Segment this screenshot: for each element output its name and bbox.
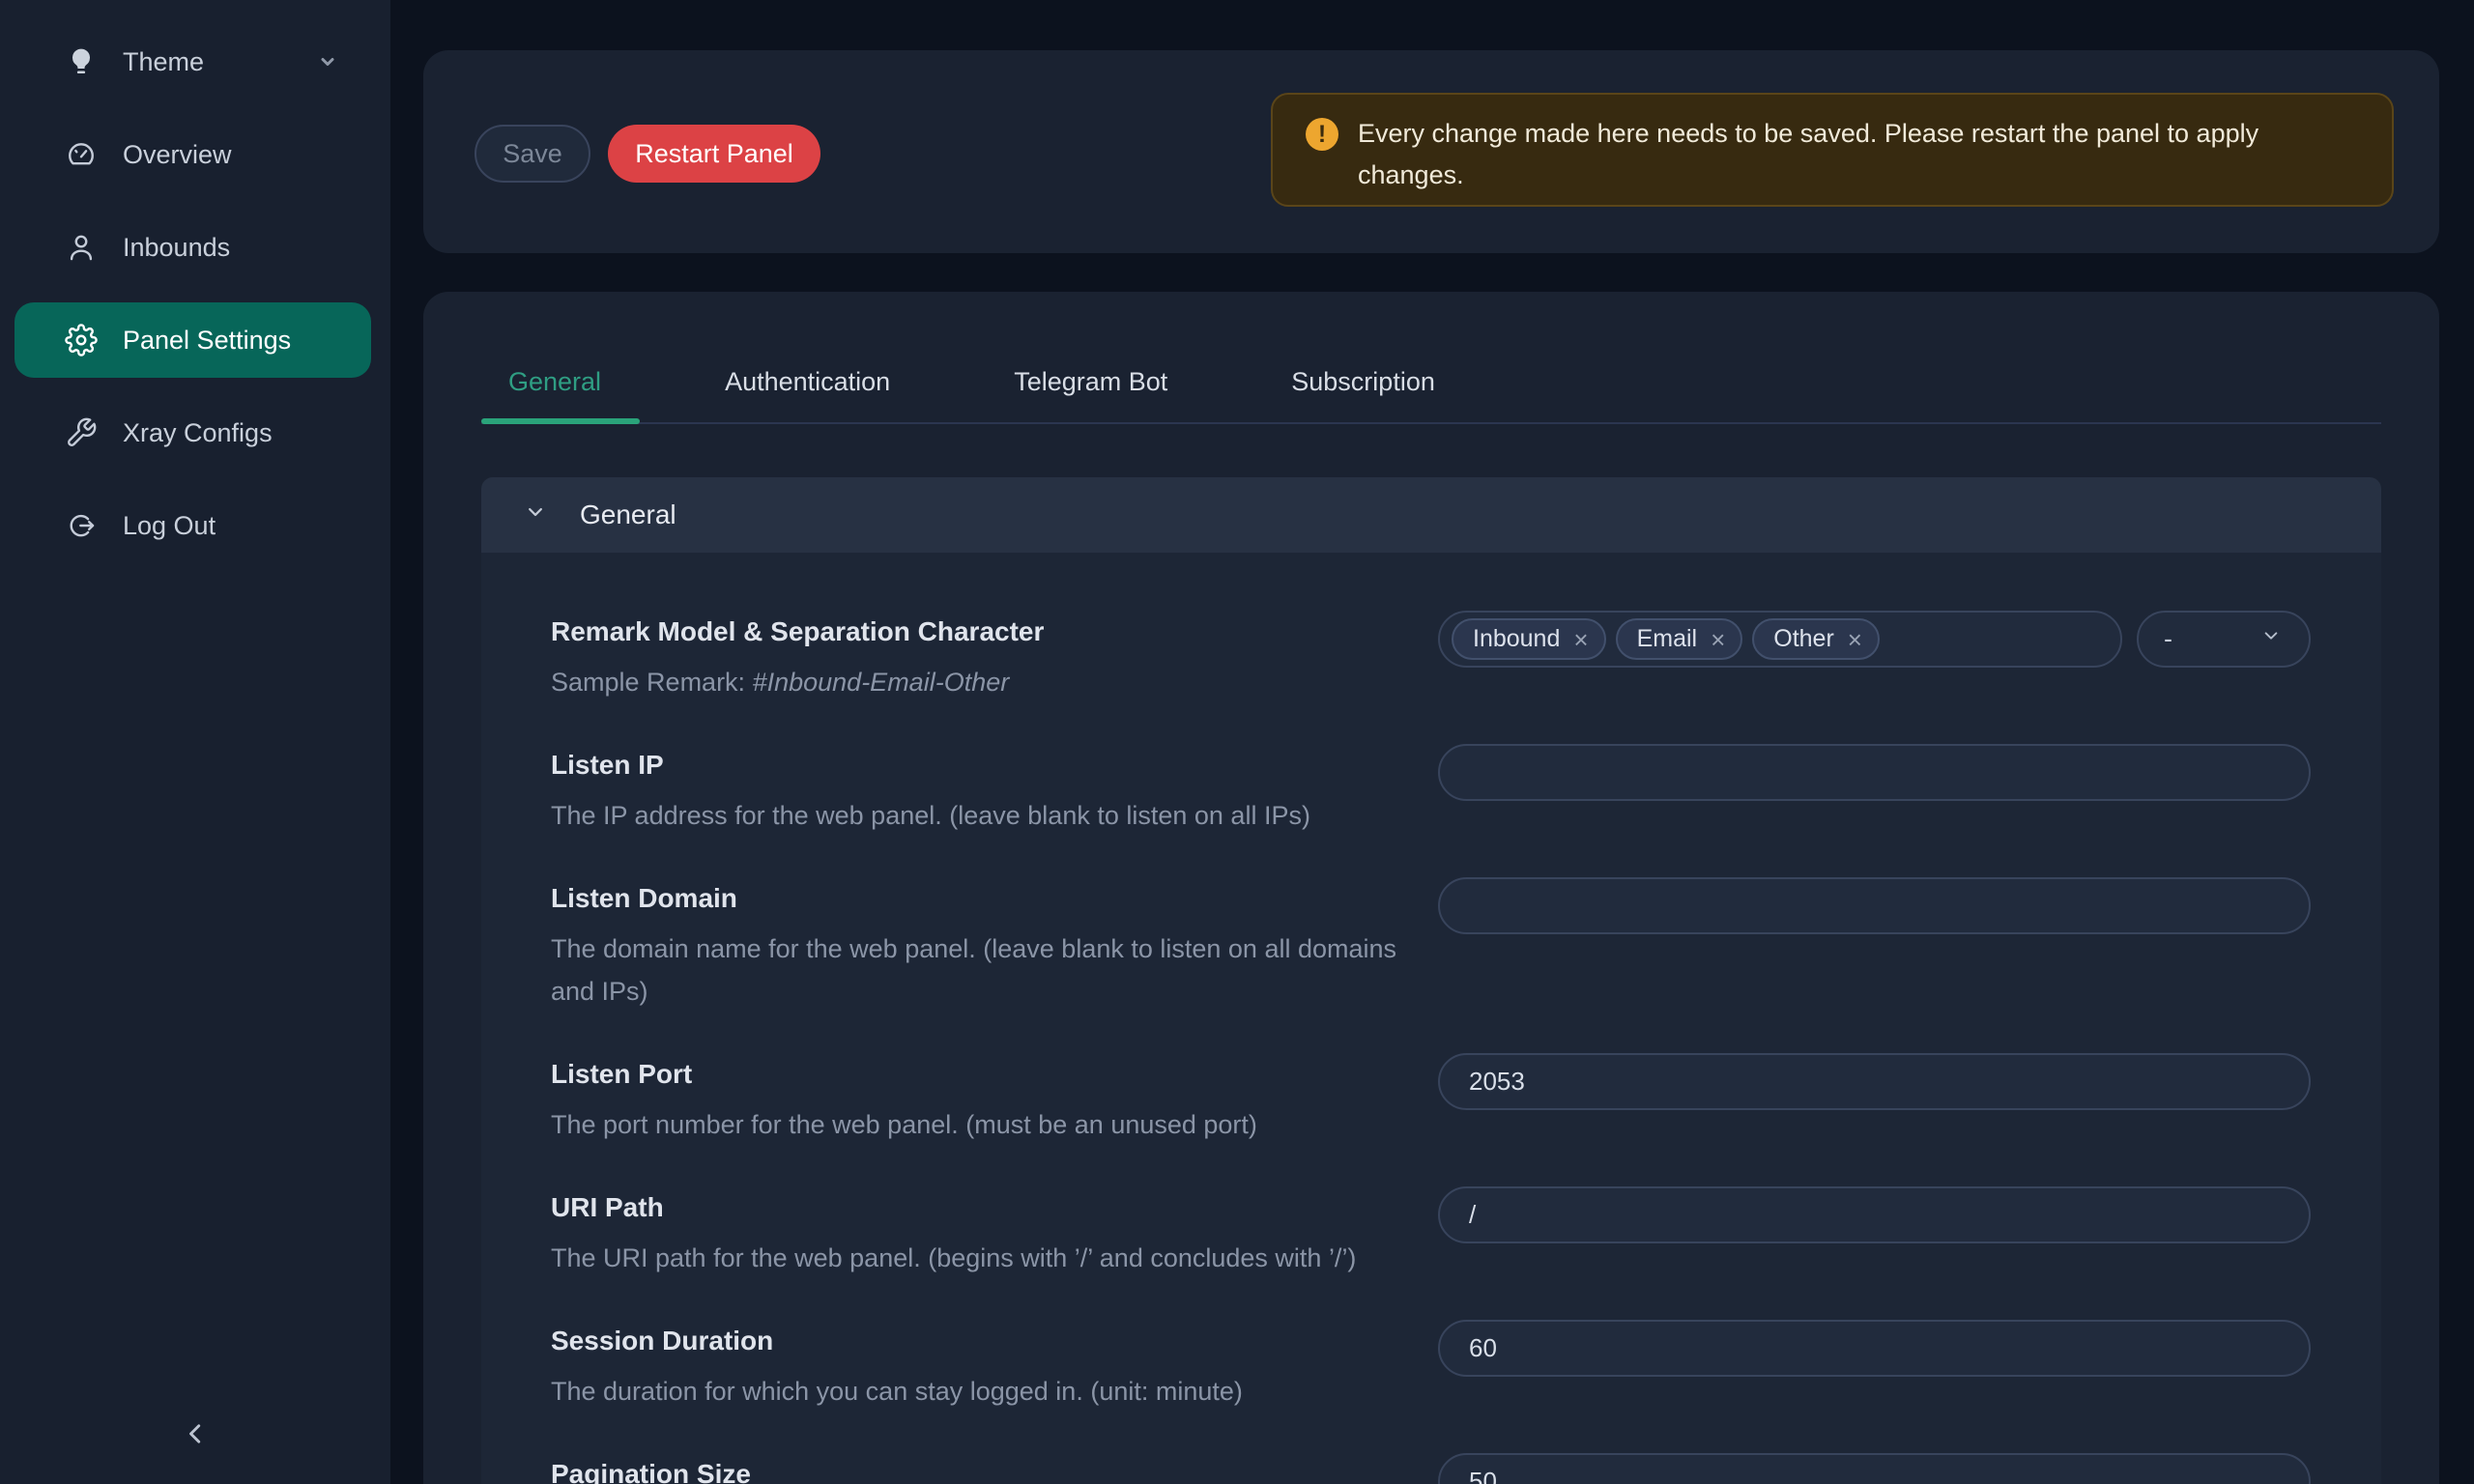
listen-port-input[interactable]	[1438, 1053, 2311, 1110]
restart-warning-alert: ! Every change made here needs to be sav…	[1271, 93, 2394, 207]
tab-general[interactable]: General	[481, 352, 640, 422]
pagination-size-label: Pagination Size	[551, 1455, 1401, 1484]
remark-model-row: Remark Model & Separation Character Samp…	[481, 611, 2381, 703]
sidebar-item-label: Inbounds	[123, 233, 230, 263]
gauge-icon	[65, 138, 98, 171]
uri-path-row: URI Path The URI path for the web panel.…	[481, 1186, 2381, 1279]
user-icon	[65, 231, 98, 264]
listen-ip-row: Listen IP The IP address for the web pan…	[481, 744, 2381, 837]
session-duration-input[interactable]	[1438, 1320, 2311, 1377]
sidebar-item-label: Panel Settings	[123, 326, 291, 356]
settings-tabs: General Authentication Telegram Bot Subs…	[481, 352, 2381, 424]
chevron-down-icon	[2258, 623, 2284, 655]
sidebar-item-overview[interactable]: Overview	[14, 117, 371, 192]
listen-domain-label: Listen Domain	[551, 879, 1401, 918]
pagination-size-input[interactable]	[1438, 1453, 2311, 1484]
remove-tag-icon[interactable]: ×	[1573, 627, 1588, 652]
listen-port-description: The port number for the web panel. (must…	[551, 1103, 1401, 1146]
settings-card: General Authentication Telegram Bot Subs…	[423, 292, 2439, 1484]
actions-card: Save Restart Panel ! Every change made h…	[423, 50, 2439, 253]
uri-path-label: URI Path	[551, 1188, 1401, 1227]
tab-telegram-bot[interactable]: Telegram Bot	[987, 352, 1206, 422]
remark-model-multiselect[interactable]: Inbound × Email × Other ×	[1438, 611, 2122, 668]
gear-icon	[65, 324, 98, 357]
warning-icon: !	[1306, 118, 1338, 151]
sidebar-item-label: Theme	[123, 47, 204, 77]
listen-domain-description: The domain name for the web panel. (leav…	[551, 928, 1401, 1013]
restart-panel-button[interactable]: Restart Panel	[608, 125, 820, 183]
alert-text: Every change made here needs to be saved…	[1358, 113, 2359, 196]
tab-authentication[interactable]: Authentication	[698, 352, 929, 422]
separator-value: -	[2164, 624, 2172, 654]
bulb-icon	[65, 45, 98, 78]
uri-path-input[interactable]	[1438, 1186, 2311, 1243]
chevron-down-icon	[522, 499, 549, 532]
session-duration-row: Session Duration The duration for which …	[481, 1320, 2381, 1413]
listen-ip-description: The IP address for the web panel. (leave…	[551, 794, 1401, 837]
chevron-down-icon	[313, 47, 342, 76]
sidebar-collapse-button[interactable]	[172, 1413, 218, 1459]
wrench-icon	[65, 416, 98, 449]
session-duration-label: Session Duration	[551, 1322, 1401, 1360]
session-duration-description: The duration for which you can stay logg…	[551, 1370, 1401, 1413]
sidebar-item-theme[interactable]: Theme	[14, 24, 371, 100]
sidebar-item-inbounds[interactable]: Inbounds	[14, 210, 371, 285]
listen-domain-row: Listen Domain The domain name for the we…	[481, 877, 2381, 1013]
sidebar-item-label: Overview	[123, 140, 232, 170]
panel-title: General	[580, 499, 676, 530]
listen-ip-input[interactable]	[1438, 744, 2311, 801]
pagination-size-row: Pagination Size	[481, 1453, 2381, 1484]
sidebar-item-panel-settings[interactable]: Panel Settings	[14, 302, 371, 378]
remark-tag: Email ×	[1616, 618, 1743, 660]
listen-port-label: Listen Port	[551, 1055, 1401, 1094]
sidebar-item-label: Xray Configs	[123, 418, 273, 448]
remark-model-label: Remark Model & Separation Character	[551, 613, 1401, 651]
remark-tag: Other ×	[1752, 618, 1880, 660]
general-panel-header[interactable]: General	[481, 477, 2381, 553]
panel-settings-page: Theme Overview	[0, 0, 2474, 1484]
general-panel: General Remark Model & Separation Charac…	[481, 477, 2381, 1484]
uri-path-description: The URI path for the web panel. (begins …	[551, 1237, 1401, 1279]
listen-ip-label: Listen IP	[551, 746, 1401, 785]
chevron-left-icon	[178, 1416, 213, 1456]
remove-tag-icon[interactable]: ×	[1848, 627, 1862, 652]
tab-subscription[interactable]: Subscription	[1264, 352, 1474, 422]
remark-sample-text: Sample Remark: #Inbound-Email-Other	[551, 661, 1401, 703]
listen-domain-input[interactable]	[1438, 877, 2311, 934]
sidebar-item-label: Log Out	[123, 511, 216, 541]
general-panel-body: Remark Model & Separation Character Samp…	[481, 553, 2381, 1484]
remove-tag-icon[interactable]: ×	[1711, 627, 1725, 652]
sidebar-item-xray-configs[interactable]: Xray Configs	[14, 395, 371, 471]
logout-icon	[65, 509, 98, 542]
separator-select[interactable]: -	[2137, 611, 2311, 668]
save-button[interactable]: Save	[475, 125, 590, 183]
sidebar: Theme Overview	[0, 0, 390, 1484]
sidebar-item-logout[interactable]: Log Out	[14, 488, 371, 563]
listen-port-row: Listen Port The port number for the web …	[481, 1053, 2381, 1146]
remark-tag: Inbound ×	[1452, 618, 1606, 660]
